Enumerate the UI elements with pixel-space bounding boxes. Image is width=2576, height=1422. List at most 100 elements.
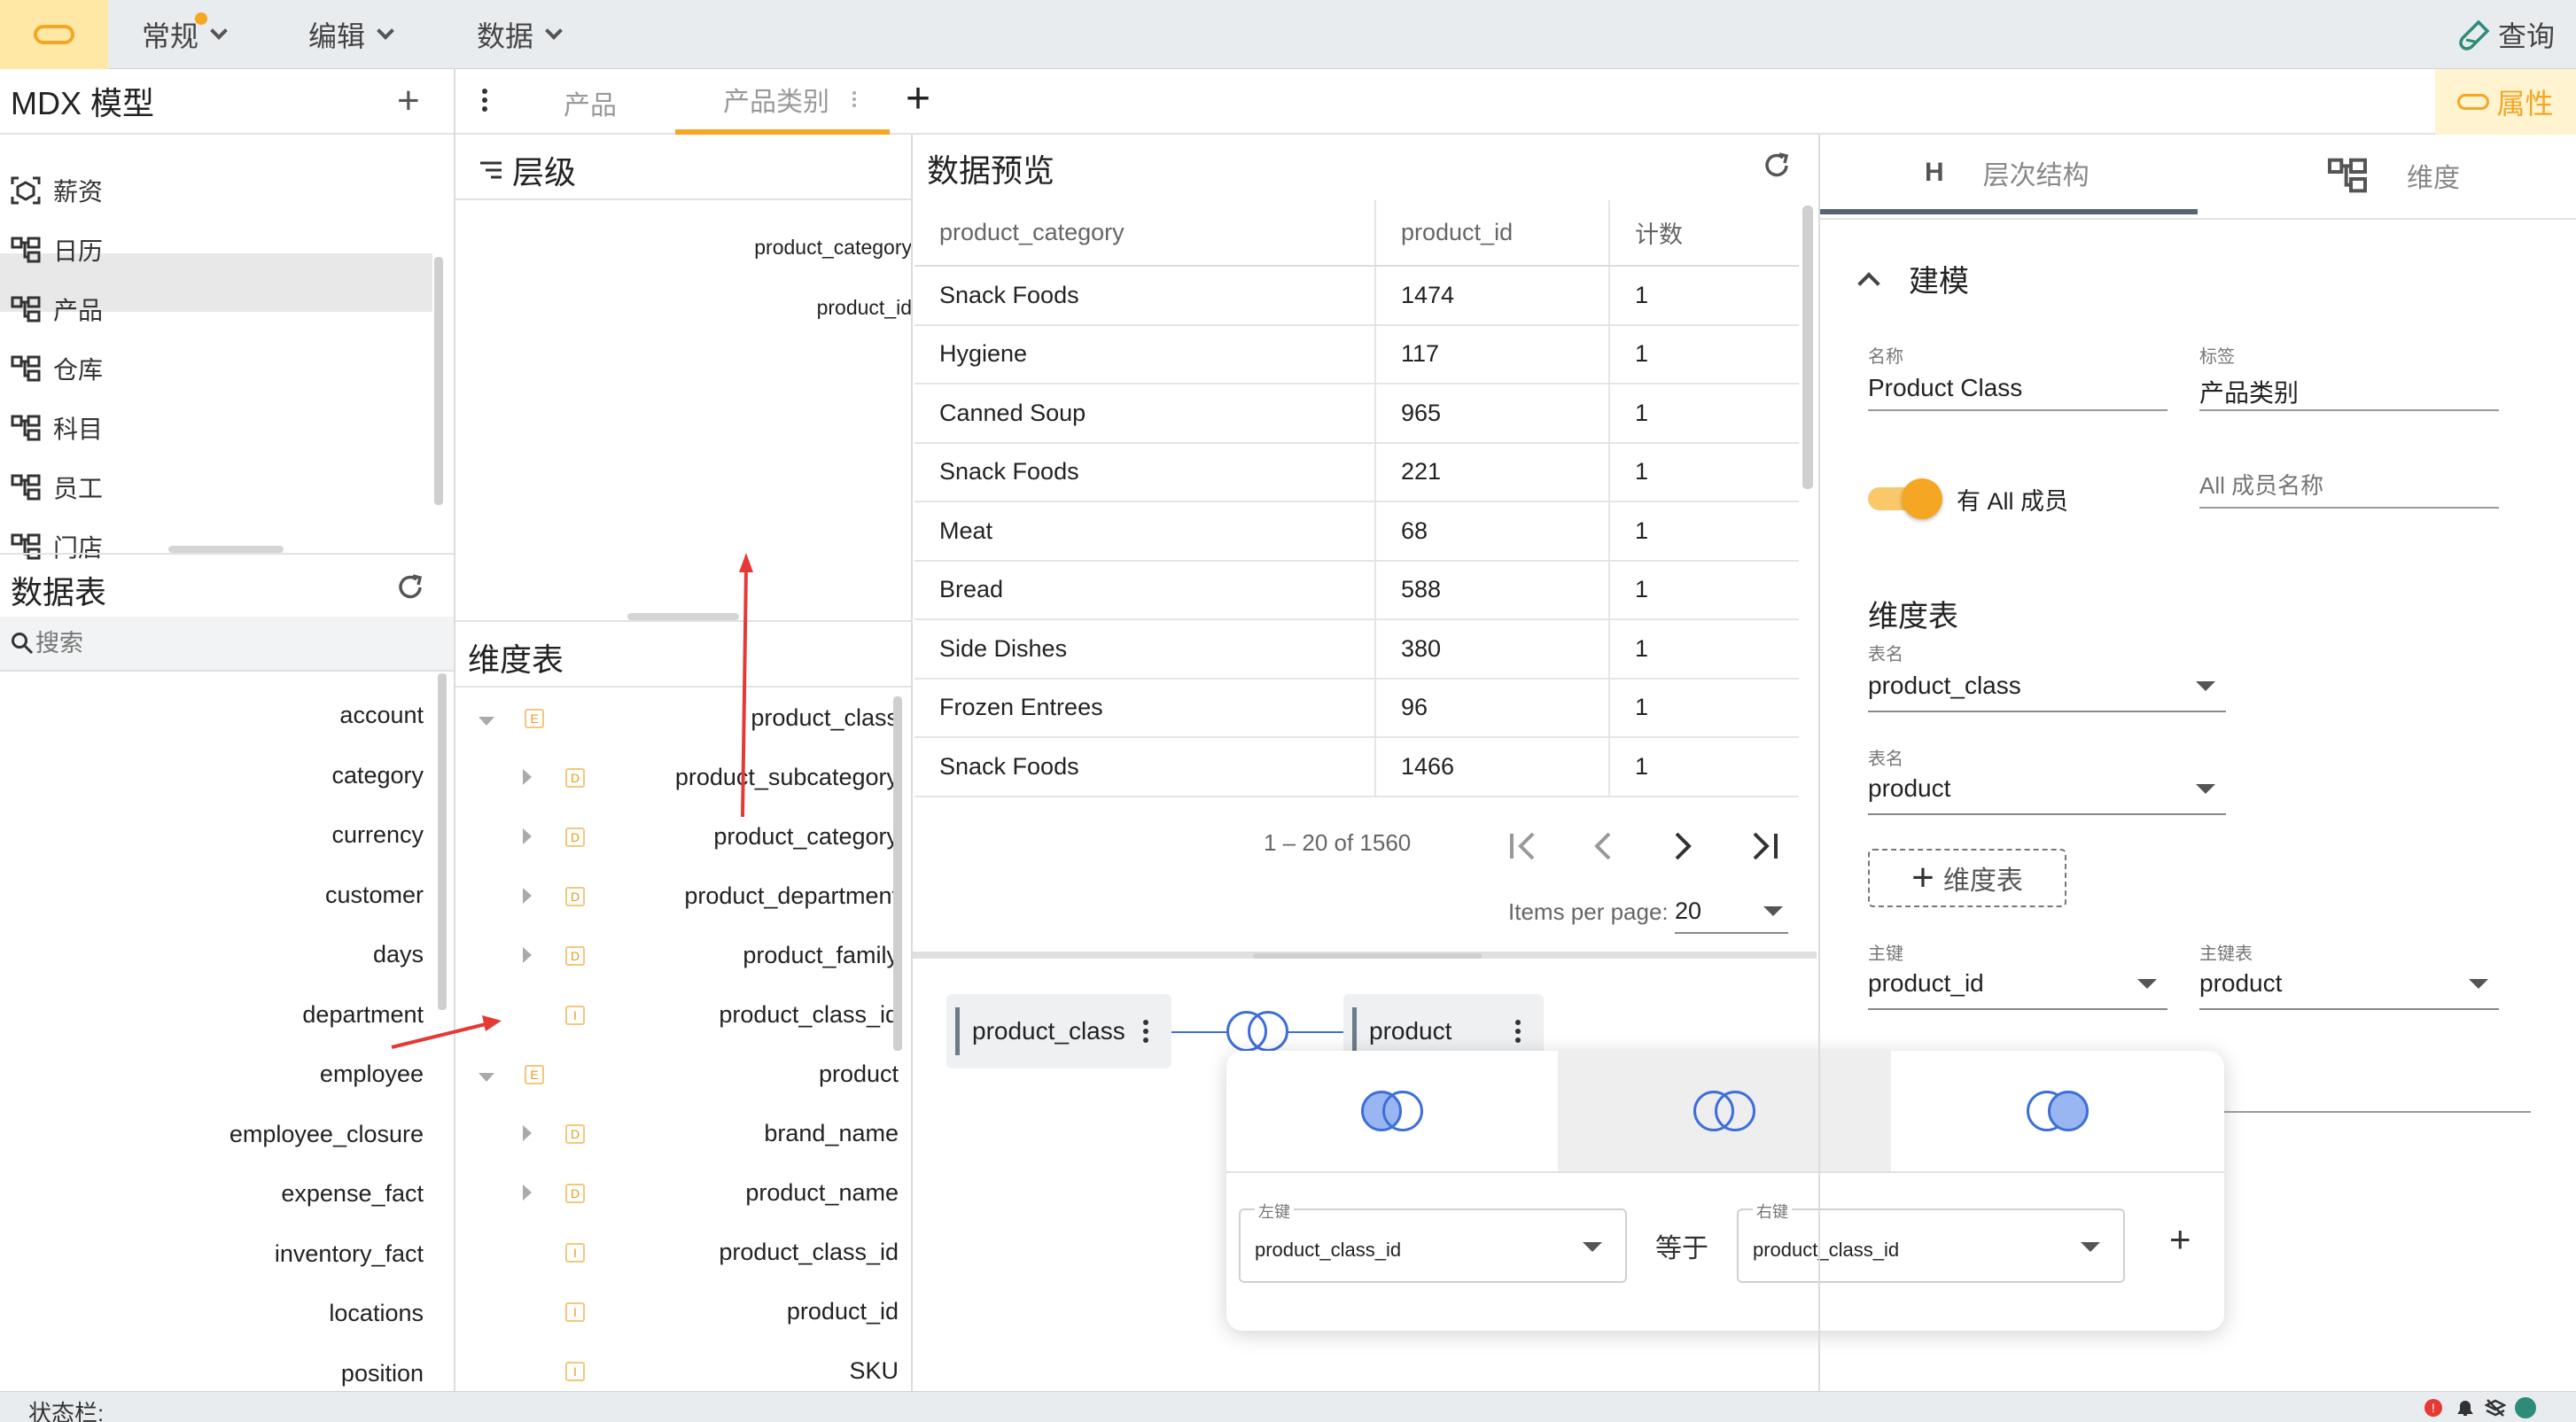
- tab-menu-kebab-icon[interactable]: [482, 89, 487, 112]
- tab-product[interactable]: 产品: [564, 83, 617, 122]
- expand-right-icon[interactable]: [523, 1125, 532, 1141]
- table-search-input[interactable]: [35, 629, 390, 657]
- items-per-page-select[interactable]: 20: [1675, 890, 1788, 934]
- add-tab-button[interactable]: +: [906, 78, 930, 120]
- dim-tree-row[interactable]: Dproduct_family: [455, 926, 899, 985]
- next-page-icon[interactable]: [1669, 831, 1696, 861]
- join-type-right[interactable]: [1891, 1051, 2224, 1171]
- refresh-preview-icon[interactable]: [1762, 151, 1792, 181]
- model-item-warehouse[interactable]: 仓库: [11, 339, 103, 398]
- model-item-product[interactable]: 产品: [11, 280, 103, 338]
- layers-off-icon[interactable]: [2485, 1397, 2506, 1418]
- join-type-inner[interactable]: [1558, 1051, 1891, 1171]
- prev-page-icon[interactable]: [1590, 831, 1616, 861]
- level-item[interactable]: product_category: [754, 236, 912, 260]
- bell-icon[interactable]: [2455, 1397, 2476, 1418]
- expand-right-icon[interactable]: [523, 888, 532, 904]
- table-search-bar[interactable]: [0, 617, 454, 672]
- has-all-toggle[interactable]: [1868, 478, 1942, 519]
- dim-tree-row[interactable]: Iproduct_class_id: [455, 985, 899, 1045]
- first-page-icon[interactable]: [1506, 831, 1542, 861]
- caption-field-value[interactable]: 产品类别: [2199, 374, 2299, 409]
- pk-table-select[interactable]: product: [2199, 959, 2499, 1010]
- table-item[interactable]: customer: [325, 882, 424, 909]
- join-left-table-chip[interactable]: product_class: [946, 994, 1171, 1068]
- app-logo[interactable]: [0, 0, 108, 69]
- table1-select[interactable]: product_class: [1868, 661, 2226, 712]
- chip-menu-kebab-icon[interactable]: [1143, 1020, 1148, 1043]
- model-item-calendar[interactable]: 日历: [11, 221, 103, 279]
- dim-table-tree: Eproduct_class Dproduct_subcategory Dpro…: [455, 688, 899, 1401]
- dim-tree-row[interactable]: Dproduct_name: [455, 1163, 899, 1223]
- name-field-value[interactable]: Product Class: [1868, 374, 2022, 402]
- menu-data[interactable]: 数据: [477, 0, 563, 69]
- dim-tree-row[interactable]: Dproduct_subcategory: [455, 748, 899, 807]
- model-item-account[interactable]: 科目: [11, 399, 103, 457]
- tab-kebab-icon[interactable]: [852, 91, 856, 107]
- column-header[interactable]: 计数: [1609, 200, 1799, 267]
- table-item[interactable]: employee_closure: [230, 1121, 424, 1148]
- all-member-name-input[interactable]: [2199, 464, 2499, 509]
- model-item-employee[interactable]: 员工: [11, 458, 103, 517]
- dim-tree-row[interactable]: Eproduct: [455, 1045, 899, 1104]
- table-item[interactable]: department: [302, 1001, 424, 1029]
- join-type-icon[interactable]: [1226, 1011, 1288, 1052]
- dim-tree-row[interactable]: Dbrand_name: [455, 1104, 899, 1163]
- table-item[interactable]: locations: [329, 1300, 424, 1327]
- query-button[interactable]: 查询: [2459, 0, 2555, 69]
- table-item[interactable]: expense_fact: [281, 1180, 424, 1208]
- tab-product-class[interactable]: 产品类别: [675, 69, 890, 135]
- table-item[interactable]: category: [331, 762, 424, 789]
- tab-hierarchy[interactable]: H 层次结构: [1820, 136, 2198, 214]
- add-join-key-button[interactable]: +: [2169, 1221, 2191, 1258]
- add-model-button[interactable]: +: [397, 82, 420, 120]
- levels-h-scrollbar[interactable]: [627, 613, 739, 620]
- table-list-scrollbar[interactable]: [438, 673, 447, 1010]
- properties-tab[interactable]: 属性: [2435, 69, 2576, 135]
- column-header[interactable]: product_id: [1375, 200, 1610, 267]
- model-list-scrollbar[interactable]: [434, 257, 443, 505]
- model-item-salary[interactable]: 薪资: [11, 161, 103, 220]
- tab-dimension[interactable]: 维度: [2198, 136, 2576, 214]
- table-item[interactable]: currency: [331, 821, 424, 849]
- preview-scrollbar[interactable]: [1802, 206, 1813, 489]
- last-page-icon[interactable]: [1746, 831, 1781, 861]
- add-dim-table-button[interactable]: + 维度表: [1868, 849, 2066, 907]
- left-key-select[interactable]: 左键 product_class_id: [1239, 1200, 1627, 1283]
- menu-general[interactable]: 常规: [142, 0, 228, 69]
- column-header[interactable]: product_category: [914, 200, 1376, 267]
- join-type-left[interactable]: [1226, 1051, 1558, 1171]
- pk-select[interactable]: product_id: [1868, 959, 2167, 1010]
- table-row: Meat 68 1: [914, 501, 1799, 562]
- dim-tree-row[interactable]: Dproduct_department: [455, 866, 899, 926]
- refresh-tables-icon[interactable]: [395, 572, 425, 602]
- expand-down-icon[interactable]: [479, 1073, 494, 1082]
- error-icon[interactable]: !: [2424, 1399, 2442, 1417]
- expand-right-icon[interactable]: [523, 1185, 532, 1201]
- dim-tree-row[interactable]: Eproduct_class: [455, 688, 899, 748]
- dim-tree-row[interactable]: Dproduct_category: [455, 807, 899, 866]
- chip-menu-kebab-icon[interactable]: [1515, 1020, 1521, 1043]
- level-item[interactable]: product_id: [817, 296, 912, 320]
- sync-status-icon[interactable]: [2515, 1397, 2536, 1418]
- expand-down-icon[interactable]: [479, 717, 494, 726]
- table-item[interactable]: account: [339, 702, 424, 729]
- right-key-select[interactable]: 右键 product_class_id: [1737, 1200, 2125, 1283]
- expand-right-icon[interactable]: [523, 769, 532, 785]
- expand-right-icon[interactable]: [523, 828, 532, 844]
- expand-right-icon[interactable]: [523, 947, 532, 963]
- dim-tree-scrollbar[interactable]: [893, 696, 902, 1051]
- table-cell: 1: [1609, 266, 1799, 326]
- table-item[interactable]: employee: [320, 1061, 424, 1088]
- table-cell: 221: [1375, 442, 1610, 502]
- menu-edit[interactable]: 编辑: [308, 0, 394, 69]
- modeling-section-header[interactable]: 建模: [1857, 257, 1969, 300]
- table2-select[interactable]: product: [1868, 764, 2226, 815]
- model-list-h-scrollbar[interactable]: [168, 546, 284, 553]
- dim-tree-row[interactable]: Iproduct_class_id: [455, 1223, 899, 1282]
- table-item[interactable]: position: [341, 1360, 424, 1387]
- table-item[interactable]: days: [373, 941, 424, 968]
- table-item[interactable]: inventory_fact: [275, 1240, 424, 1268]
- dim-tree-row[interactable]: Iproduct_id: [455, 1282, 899, 1341]
- preview-h-scrollbar[interactable]: [1253, 953, 1482, 959]
